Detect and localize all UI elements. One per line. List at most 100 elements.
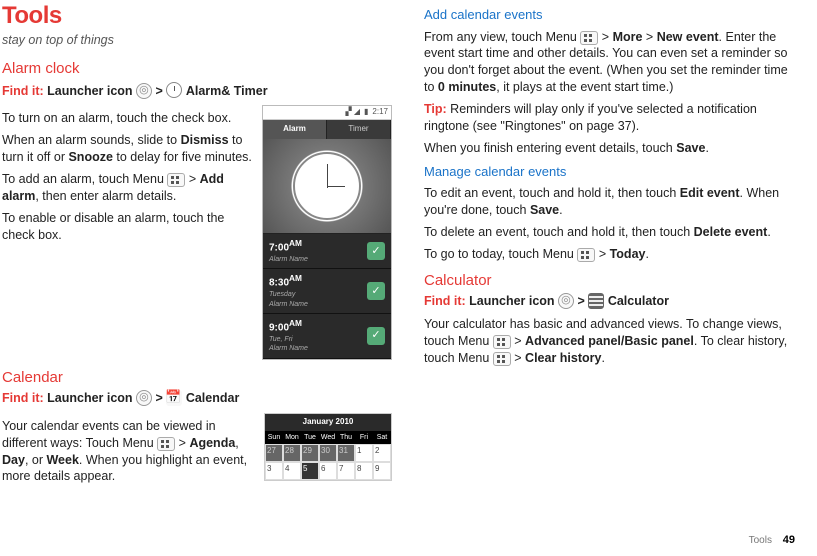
cal-cell[interactable]: 28 [283, 444, 301, 462]
page-title: Tools [2, 0, 392, 32]
cal-cell[interactable]: 29 [301, 444, 319, 462]
cal-cell[interactable]: 6 [319, 462, 337, 480]
manage-heading: Manage calendar events [424, 163, 794, 181]
status-time: 2:17 [372, 107, 388, 118]
t: Your calendar events can be viewed in di… [2, 419, 216, 450]
ampm: AM [289, 273, 302, 283]
t: To delete an event, touch and hold it, t… [424, 225, 694, 239]
calendar-findit: Find it: Launcher icon > Calendar [2, 390, 392, 407]
alarm-findit: Find it: Launcher icon > Alarm& Timer [2, 82, 392, 100]
alarm-time: 7:00 [269, 242, 289, 253]
today-bold: Today [610, 247, 646, 261]
t: To add an alarm, touch Menu [2, 172, 167, 186]
alarm-sub: Tuesday Alarm Name [269, 290, 308, 309]
tab-timer[interactable]: Timer [327, 120, 391, 139]
tip-label: Tip: [424, 102, 447, 116]
alarm-row[interactable]: 9:00AMTue, Fri Alarm Name ✓ [263, 314, 391, 359]
manage-p1: To edit an event, touch and hold it, the… [424, 185, 794, 219]
findit-sep: > [578, 294, 589, 308]
launcher-icon [558, 293, 574, 309]
t: From any view, touch Menu [424, 30, 580, 44]
findit-label: Find it: [2, 391, 44, 405]
zero-min-bold: 0 minutes [438, 80, 496, 94]
t: > [642, 30, 656, 44]
calendar-icon [166, 390, 182, 406]
calendar-day-header: Sun Mon Tue Wed Thu Fri Sat [265, 431, 391, 444]
ampm: AM [289, 318, 302, 328]
alarm-p3: To add an alarm, touch Menu > Add alarm,… [2, 171, 254, 205]
t: to delay for five minutes. [113, 150, 252, 164]
edit-event-bold: Edit event [680, 186, 740, 200]
findit-launcher: Launcher icon [469, 294, 554, 308]
findit-target: Calculator [608, 294, 669, 308]
t: Reminders will play only if you've selec… [424, 102, 757, 133]
cal-cell[interactable]: 3 [265, 462, 283, 480]
cal-cell[interactable]: 31 [337, 444, 355, 462]
menu-icon [580, 31, 598, 45]
new-event-bold: New event [657, 30, 719, 44]
calendar-grid[interactable]: 27 28 29 30 31 1 2 3 4 5 6 7 8 9 [265, 444, 391, 480]
menu-icon [493, 352, 511, 366]
alarm-p4: To enable or disable an alarm, touch the… [2, 210, 254, 244]
t: To edit an event, touch and hold it, the… [424, 186, 680, 200]
panel-bold: Advanced panel/Basic panel [525, 334, 694, 348]
manage-p3: To go to today, touch Menu > Today. [424, 246, 794, 263]
add-tip: Tip: Reminders will play only if you've … [424, 101, 794, 135]
agenda-bold: Agenda [189, 436, 235, 450]
alarm-p1: To turn on an alarm, touch the check box… [2, 110, 254, 127]
calculator-icon [588, 293, 604, 309]
snooze-bold: Snooze [68, 150, 112, 164]
cal-cell[interactable]: 27 [265, 444, 283, 462]
day-bold: Day [2, 453, 25, 467]
dismiss-bold: Dismiss [181, 133, 229, 147]
dayhdr: Tue [301, 431, 319, 444]
alarm-sub: Alarm Name [269, 255, 308, 264]
findit-target: Calendar [186, 391, 240, 405]
cal-cell[interactable]: 30 [319, 444, 337, 462]
ampm: AM [289, 238, 302, 248]
t: , it plays at the event start time.) [496, 80, 673, 94]
t: . [645, 247, 648, 261]
alarm-row[interactable]: 7:00AM Alarm Name ✓ [263, 234, 391, 269]
check-icon[interactable]: ✓ [367, 327, 385, 345]
cal-cell[interactable]: 9 [373, 462, 391, 480]
tab-alarm[interactable]: Alarm [263, 120, 327, 139]
check-icon[interactable]: ✓ [367, 242, 385, 260]
menu-icon [493, 335, 511, 349]
dayhdr: Mon [283, 431, 301, 444]
findit-sep: > [156, 84, 167, 98]
more-bold: More [613, 30, 643, 44]
clock-dial [293, 152, 361, 220]
clock-face [263, 139, 391, 234]
alarm-heading: Alarm clock [2, 59, 392, 79]
footer-label: Tools [749, 535, 772, 546]
cal-cell[interactable]: 8 [355, 462, 373, 480]
cal-cell[interactable]: 5 [301, 462, 319, 480]
page-footer: Tools 49 [749, 533, 795, 548]
alarm-time: 9:00 [269, 322, 289, 333]
cal-cell[interactable]: 2 [373, 444, 391, 462]
alarm-phone-mock: ▞ ◢ ▮ 2:17 Alarm Timer 7:00AMAlarm Name … [262, 105, 392, 359]
findit-target: Alarm& Timer [186, 84, 268, 98]
alarm-p2: When an alarm sounds, slide to Dismiss t… [2, 132, 254, 166]
cal-cell[interactable]: 4 [283, 462, 301, 480]
week-bold: Week [46, 453, 78, 467]
alarm-row[interactable]: 8:30AMTuesday Alarm Name ✓ [263, 269, 391, 314]
calendar-mock: January 2010 Sun Mon Tue Wed Thu Fri Sat… [264, 413, 392, 481]
findit-launcher: Launcher icon [47, 84, 132, 98]
check-icon[interactable]: ✓ [367, 282, 385, 300]
calendar-p1: Your calendar events can be viewed in di… [2, 418, 256, 486]
manage-p2: To delete an event, touch and hold it, t… [424, 224, 794, 241]
cal-cell[interactable]: 1 [355, 444, 373, 462]
delete-event-bold: Delete event [694, 225, 768, 239]
t: , [235, 436, 238, 450]
dayhdr: Thu [337, 431, 355, 444]
t: , or [25, 453, 47, 467]
dayhdr: Wed [319, 431, 337, 444]
t: . [705, 141, 708, 155]
t: . [601, 351, 604, 365]
cal-cell[interactable]: 7 [337, 462, 355, 480]
calc-findit: Find it: Launcher icon > Calculator [424, 293, 794, 310]
menu-icon [167, 173, 185, 187]
save-bold: Save [676, 141, 705, 155]
